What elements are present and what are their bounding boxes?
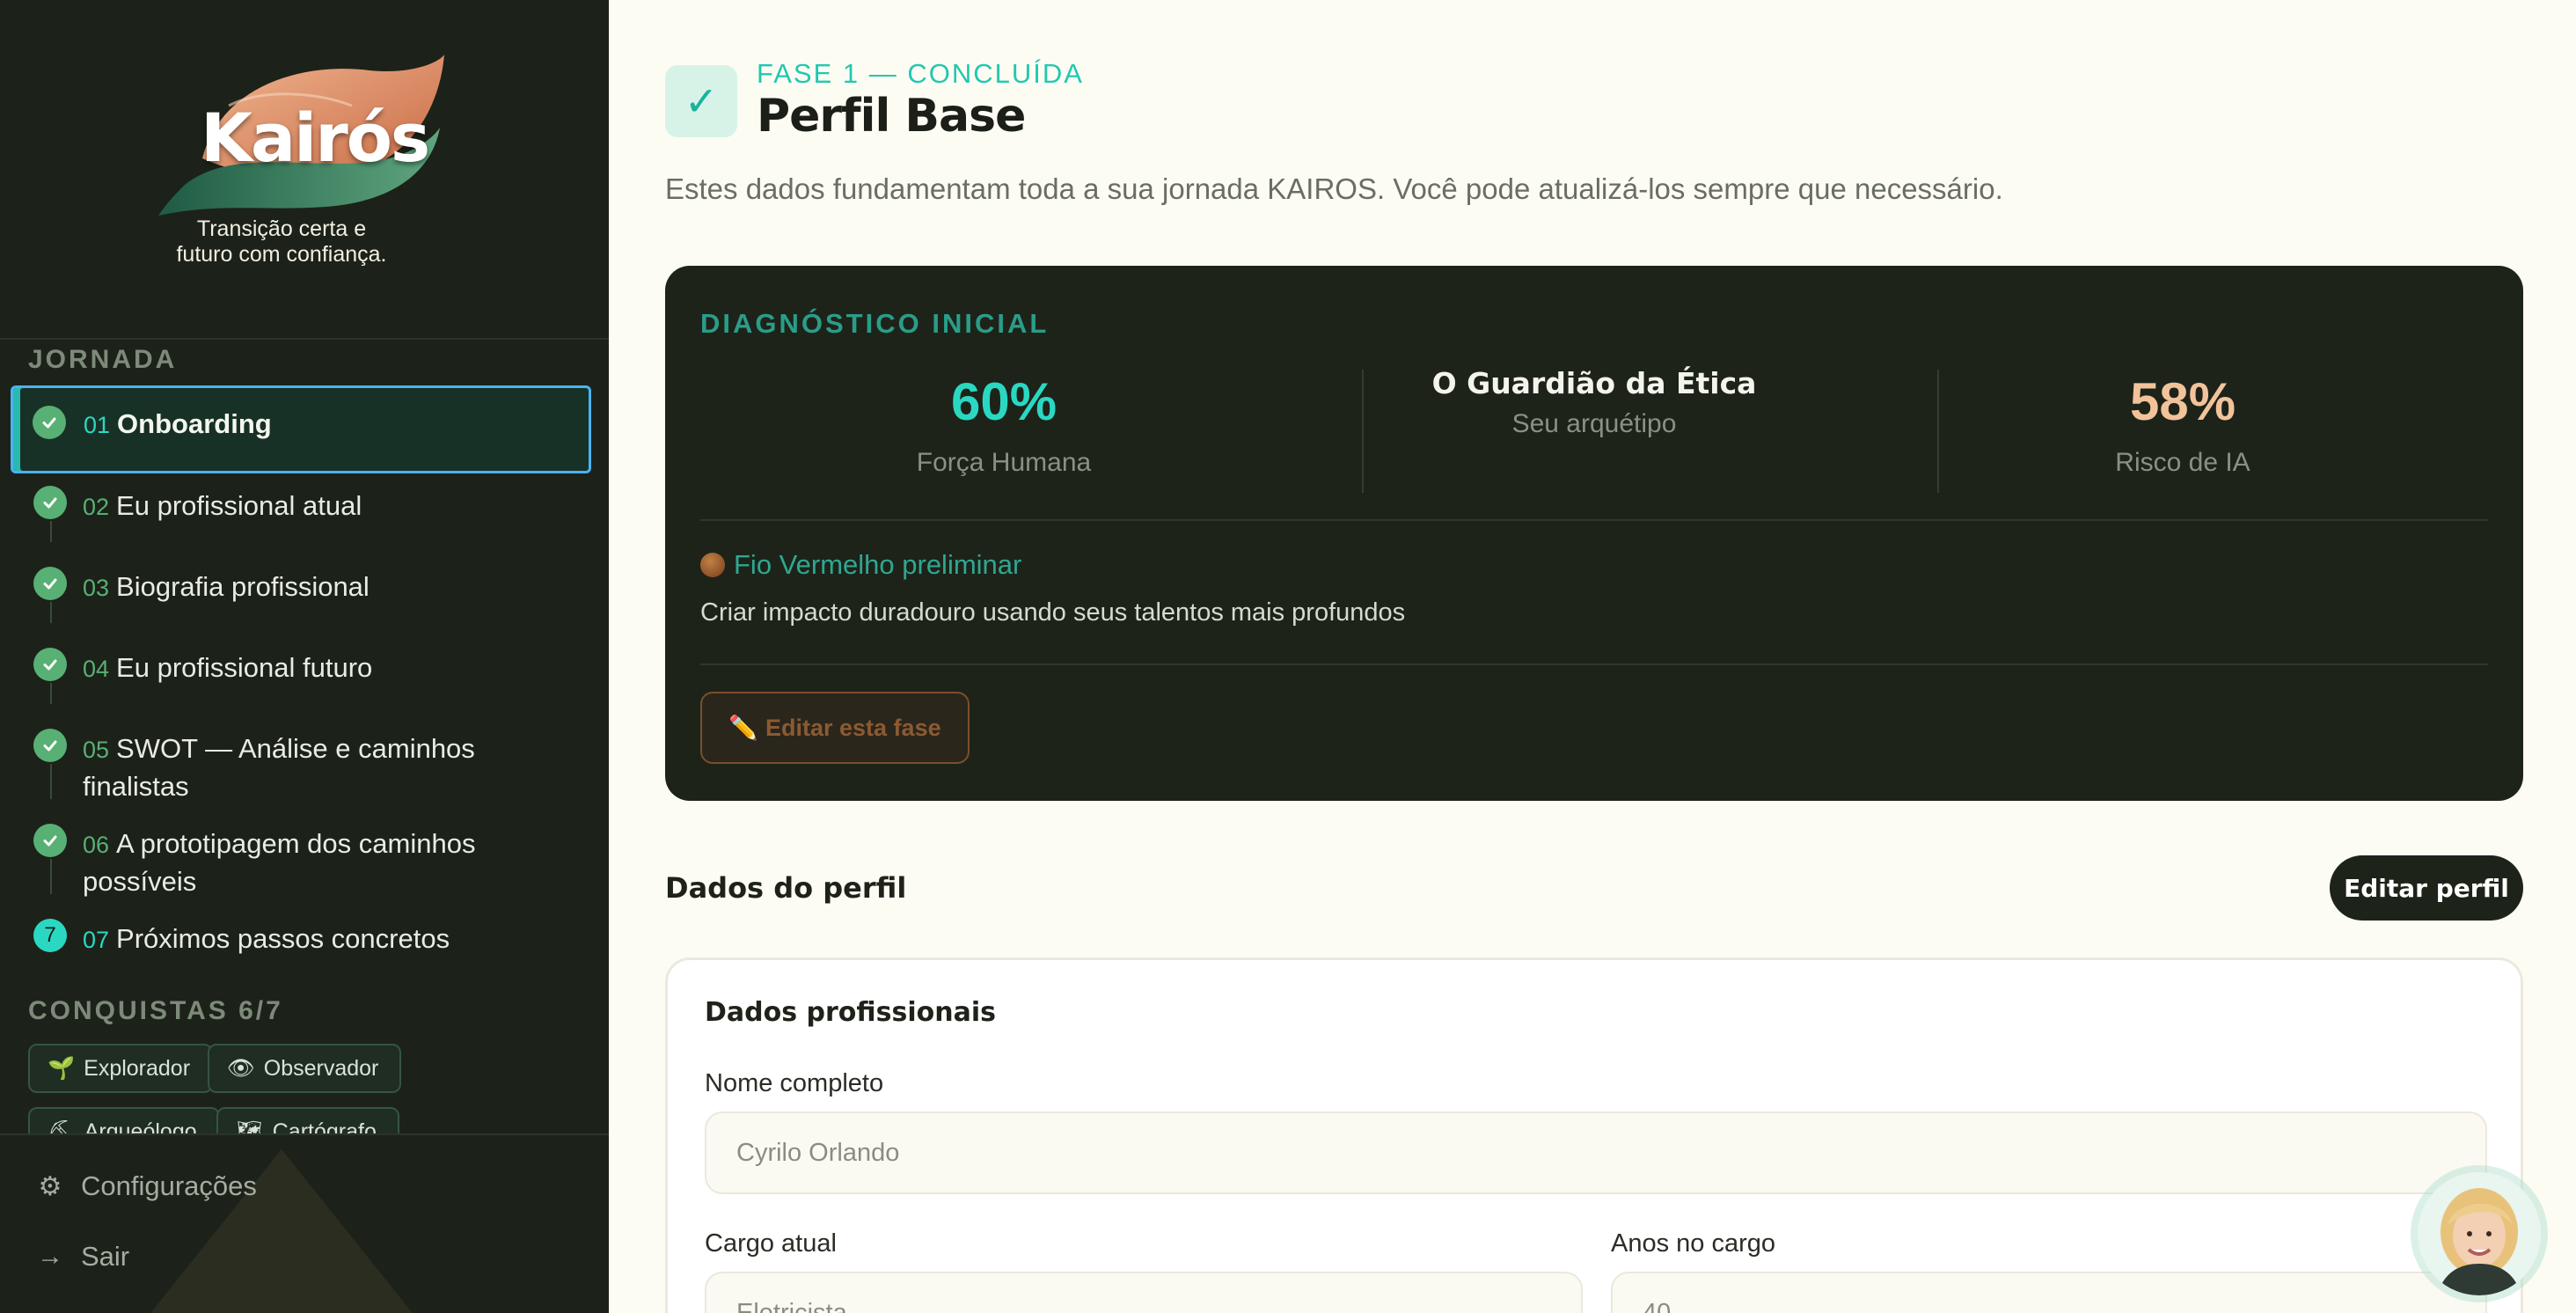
step-number: 04	[83, 656, 110, 682]
full-name-field[interactable]: Cyrilo Orlando	[705, 1111, 2487, 1194]
achievement-label: Observador	[263, 1055, 379, 1081]
phase-status: FASE 1 — CONCLUÍDA	[757, 58, 1084, 89]
sidebar-divider	[0, 1133, 609, 1135]
human-strength-stat: 60% Força Humana	[700, 371, 1307, 478]
settings-label: Configurações	[81, 1170, 257, 1201]
check-icon	[33, 486, 67, 519]
diagnostic-divider	[700, 519, 2488, 521]
step-label: 02 Eu profissional atual	[83, 488, 558, 525]
check-icon	[33, 729, 67, 762]
step-title: Eu profissional atual	[116, 490, 362, 521]
professional-data-card: Dados profissionais Nome completo Cyrilo…	[665, 957, 2523, 1313]
years-field[interactable]: 40	[1611, 1272, 2487, 1313]
archetype-stat: O Guardião da Ética Seu arquétipo	[1291, 366, 1898, 439]
step-title: Biografia profissional	[116, 571, 370, 602]
assistant-avatar-image	[2418, 1172, 2541, 1295]
ai-risk-value: 58%	[2129, 372, 2236, 431]
page-title: Perfil Base	[757, 90, 1026, 143]
step-number: 05	[83, 737, 110, 763]
red-thread-dot-icon	[700, 553, 725, 577]
assistant-avatar[interactable]	[2418, 1172, 2541, 1295]
achievement-badge-explorer[interactable]: 🌱 Explorador	[28, 1044, 214, 1093]
red-thread-heading: Fio Vermelho preliminar	[700, 549, 1021, 581]
step-title: Próximos passos concretos	[116, 923, 450, 954]
check-icon	[33, 824, 67, 857]
check-icon	[33, 406, 66, 439]
step-label: 05 SWOT — Análise e caminhos finalistas	[83, 730, 540, 805]
red-thread-text: Criar impacto duradouro usando seus tale…	[700, 598, 1406, 627]
full-name-label: Nome completo	[705, 1069, 884, 1097]
ai-risk-stat: 58% Risco de IA	[1879, 371, 2486, 478]
step-number: 01	[84, 412, 111, 438]
red-thread-title: Fio Vermelho preliminar	[734, 549, 1022, 580]
journey-step-onboarding[interactable]: 01 Onboarding	[11, 385, 591, 473]
logout-label: Sair	[81, 1241, 130, 1272]
sidebar-divider	[0, 338, 609, 340]
logout-link[interactable]: → Sair	[35, 1241, 129, 1273]
check-icon	[33, 648, 67, 681]
step-label: 01 Onboarding	[84, 406, 559, 444]
step-label: 03 Biografia profissional	[83, 568, 558, 606]
journey-step-prototyping[interactable]: 06 A prototipagem dos caminhos possíveis	[11, 824, 591, 903]
step-number: 06	[83, 832, 110, 858]
ai-risk-label: Risco de IA	[2115, 448, 2250, 477]
step-title: Onboarding	[117, 408, 272, 439]
arrow-right-icon: →	[37, 1242, 63, 1271]
pencil-icon: ✏️	[728, 715, 758, 741]
check-icon	[33, 567, 67, 600]
brand-name: Kairós	[201, 99, 430, 177]
card-title: Dados profissionais	[705, 997, 996, 1028]
settings-link[interactable]: ⚙ Configurações	[35, 1170, 257, 1202]
profile-section-title: Dados do perfil	[665, 871, 907, 905]
role-label: Cargo atual	[705, 1229, 837, 1258]
step-title: SWOT — Análise e caminhos finalistas	[83, 733, 475, 802]
step-label: 04 Eu profissional futuro	[83, 649, 558, 687]
journey-step-swot[interactable]: 05 SWOT — Análise e caminhos finalistas	[11, 729, 591, 808]
step-number-badge: 7	[33, 919, 67, 952]
years-label: Anos no cargo	[1611, 1229, 1776, 1258]
edit-phase-label: Editar esta fase	[765, 714, 941, 741]
archetype-label: Seu arquétipo	[1511, 409, 1677, 438]
diagnostic-title: DIAGNÓSTICO INICIAL	[700, 308, 1050, 339]
journey-title: JORNADA	[28, 345, 178, 374]
eye-icon: 👁	[227, 1055, 255, 1081]
archetype-name: O Guardião da Ética	[1431, 366, 1757, 400]
role-field[interactable]: Eletricista	[705, 1272, 1583, 1313]
step-title: A prototipagem dos caminhos possíveis	[83, 828, 476, 897]
step-number: 07	[83, 927, 110, 953]
edit-phase-button[interactable]: ✏️ Editar esta fase	[700, 692, 970, 764]
step-label: 07 Próximos passos concretos	[83, 921, 558, 958]
achievement-label: Explorador	[84, 1055, 191, 1081]
journey-step-future-self[interactable]: 04 Eu profissional futuro	[11, 648, 591, 692]
brand-logo: Kairós Transição certa e futuro com conf…	[150, 53, 449, 282]
achievements-title: CONQUISTAS 6/7	[28, 996, 283, 1025]
step-number: 03	[83, 575, 110, 601]
gear-icon: ⚙	[38, 1171, 62, 1201]
human-strength-value: 60%	[950, 372, 1057, 431]
achievement-badge-observer[interactable]: 👁 Observador	[208, 1044, 402, 1093]
journey-step-current-self[interactable]: 02 Eu profissional atual	[11, 486, 591, 530]
journey-step-next-steps[interactable]: 7 07 Próximos passos concretos	[11, 919, 591, 963]
sidebar: Kairós Transição certa e futuro com conf…	[0, 0, 609, 1313]
page-intro: Estes dados fundamentam toda a sua jorna…	[665, 172, 2003, 205]
step-label: 06 A prototipagem dos caminhos possíveis	[83, 825, 540, 900]
edit-profile-button[interactable]: Editar perfil	[2330, 855, 2523, 921]
phase-complete-check-icon: ✓	[665, 65, 737, 137]
step-title: Eu profissional futuro	[116, 652, 373, 683]
journey-step-biography[interactable]: 03 Biografia profissional	[11, 567, 591, 611]
diagnostic-card: DIAGNÓSTICO INICIAL 60% Força Humana O G…	[665, 266, 2523, 801]
sprout-icon: 🌱	[48, 1055, 76, 1081]
main-content: ✓ FASE 1 — CONCLUÍDA Perfil Base Estes d…	[609, 0, 2576, 1313]
diagnostic-divider	[700, 664, 2488, 665]
step-number: 02	[83, 494, 110, 520]
human-strength-label: Força Humana	[916, 448, 1092, 477]
brand-tagline: Transição certa e futuro com confiança.	[176, 216, 387, 267]
